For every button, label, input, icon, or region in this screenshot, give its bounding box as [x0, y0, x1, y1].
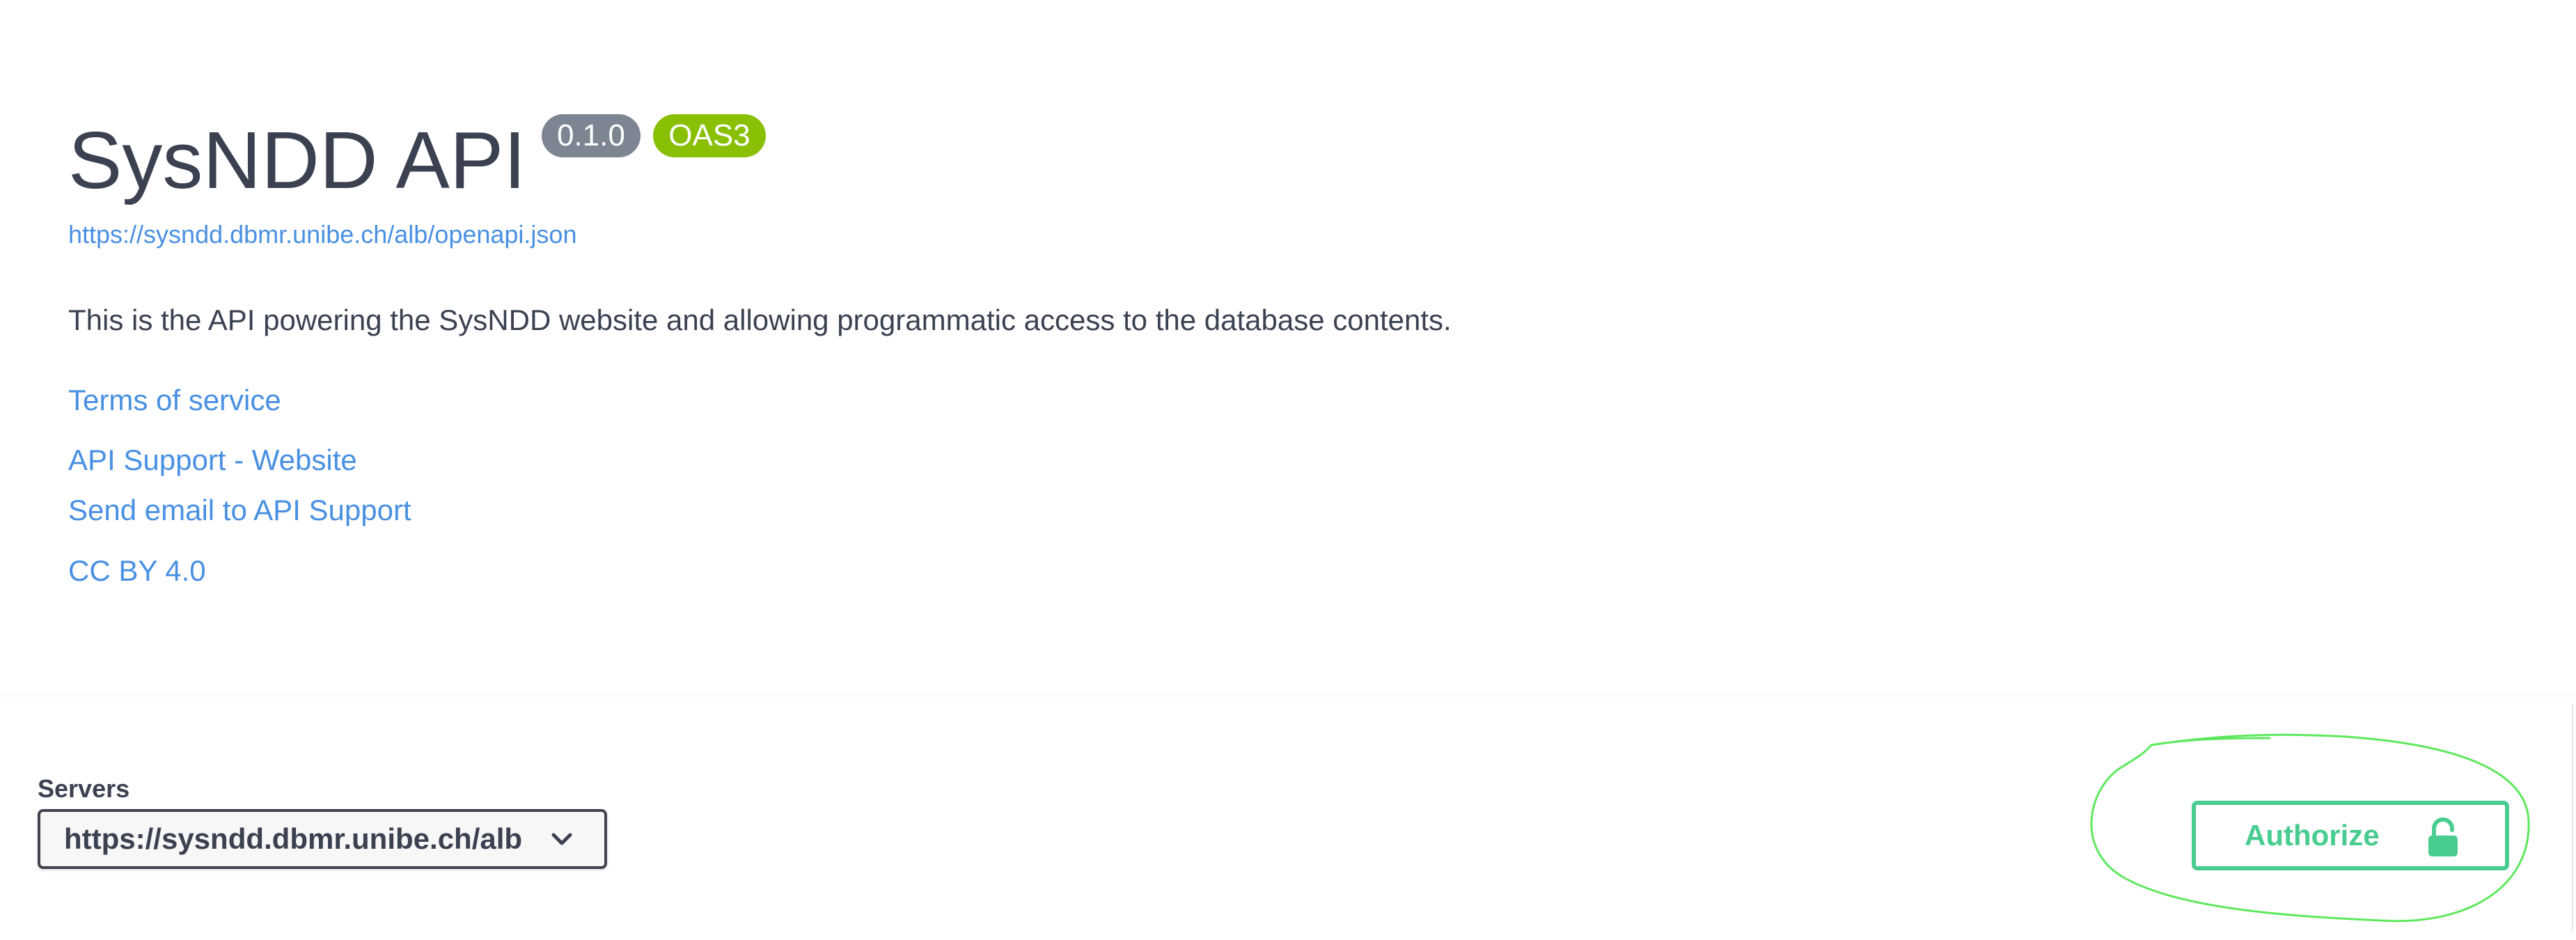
license-link[interactable]: CC BY 4.0 — [68, 554, 206, 588]
oas-badge: OAS3 — [653, 114, 766, 157]
api-title: SysNDD API — [68, 115, 526, 205]
api-description: This is the API powering the SysNDD webs… — [68, 304, 1452, 336]
unlocked-lock-icon — [2428, 817, 2458, 856]
chevron-down-icon — [551, 833, 572, 845]
servers-label: Servers — [38, 774, 130, 803]
openapi-spec-link[interactable]: https://sysndd.dbmr.unibe.ch/alb/openapi… — [68, 220, 576, 249]
api-support-website-link[interactable]: API Support - Website — [68, 444, 357, 477]
title-row: SysNDD API 0.1.0 OAS3 — [68, 111, 766, 209]
scrollbar-edge — [2572, 703, 2573, 931]
version-badge: 0.1.0 — [541, 114, 641, 157]
server-select[interactable]: https://sysndd.dbmr.unibe.ch/alb — [38, 809, 607, 869]
terms-of-service-link[interactable]: Terms of service — [68, 384, 281, 417]
server-selected-value: https://sysndd.dbmr.unibe.ch/alb — [64, 822, 523, 855]
authorize-button[interactable]: Authorize — [2192, 801, 2509, 870]
scheme-container: Servers https://sysndd.dbmr.unibe.ch/alb… — [0, 696, 2576, 931]
authorize-label: Authorize — [2245, 819, 2380, 852]
api-support-email-link[interactable]: Send email to API Support — [68, 494, 411, 527]
